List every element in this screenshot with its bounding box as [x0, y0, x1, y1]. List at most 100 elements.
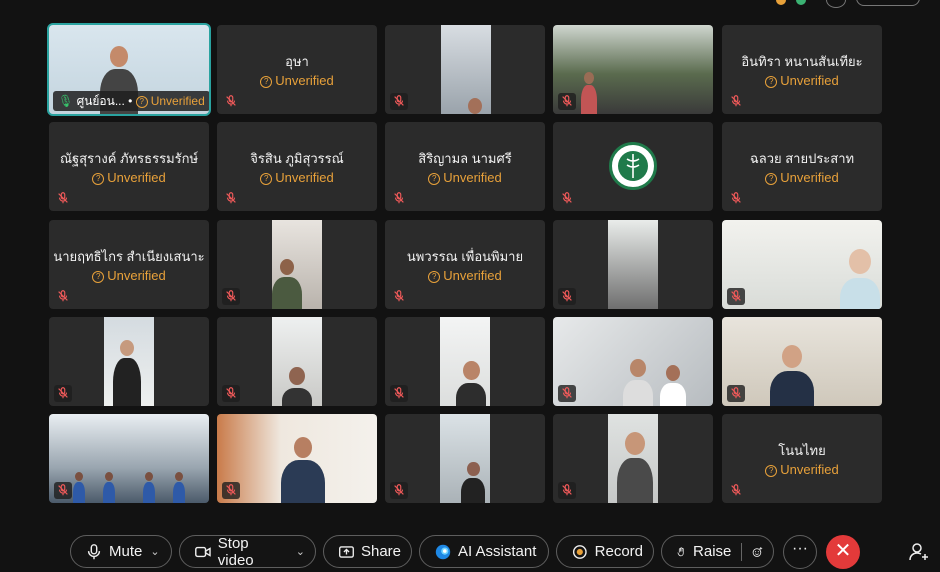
person-face — [462, 360, 480, 381]
unverified-badge: ? Unverified — [217, 170, 377, 185]
participant-tile[interactable] — [217, 414, 377, 503]
participant-tile[interactable]: ณัฐสุรางค์ ภัทรธรรมรักษ์ ? Unverified — [49, 122, 209, 211]
chevron-down-icon[interactable]: ⌄ — [150, 545, 159, 558]
ai-assistant-button[interactable]: AI Assistant — [419, 535, 549, 568]
person-face — [110, 46, 128, 67]
chevron-down-icon[interactable]: ⌄ — [296, 545, 305, 558]
stop-video-label: Stop video — [217, 534, 254, 569]
participant-tile[interactable] — [553, 220, 713, 309]
person-silhouette — [173, 482, 185, 503]
person-silhouette — [623, 379, 653, 406]
muted-mic-icon — [558, 482, 576, 499]
person-silhouette — [660, 383, 686, 406]
muted-mic-icon — [558, 385, 576, 402]
participant-name: อินทิรา หนานสันเทียะ — [741, 54, 863, 69]
unverified-label: Unverified — [780, 170, 839, 185]
stop-video-button[interactable]: Stop video ⌄ — [179, 534, 316, 569]
mute-label: Mute — [109, 543, 143, 560]
divider — [741, 542, 742, 561]
participant-tile[interactable] — [553, 122, 713, 211]
more-options-button[interactable]: ··· — [783, 535, 817, 569]
participants-icon[interactable] — [908, 541, 930, 563]
person-face — [468, 98, 482, 114]
reactions-icon[interactable] — [752, 543, 763, 561]
participant-tile[interactable] — [385, 414, 545, 503]
participant-tile[interactable] — [553, 317, 713, 406]
top-layout-button[interactable] — [856, 0, 920, 6]
ministry-logo-icon — [609, 142, 657, 190]
person-silhouette — [272, 277, 302, 309]
end-call-button[interactable]: ✕ — [826, 535, 860, 569]
person-face — [120, 340, 134, 357]
muted-mic-icon — [390, 385, 408, 402]
person-silhouette — [617, 458, 653, 503]
participant-video — [104, 317, 154, 406]
muted-mic-icon — [222, 93, 240, 110]
record-button[interactable]: Record — [556, 535, 654, 568]
participant-video — [553, 317, 713, 406]
participant-tile[interactable]: นพวรรณ เพื่อนพิมาย? Unverified — [385, 220, 545, 309]
unverified-label: Unverified — [443, 170, 502, 185]
unverified-label: Unverified — [780, 73, 839, 88]
participant-tile[interactable]: จิรสิน ภูมิสุวรรณ์? Unverified — [217, 122, 377, 211]
participant-name: ฉลวย สายประสาท — [749, 151, 855, 166]
participant-tile[interactable] — [217, 220, 377, 309]
muted-mic-icon — [54, 288, 72, 305]
participant-name: อุษา — [285, 54, 309, 69]
participant-tile[interactable]: นายฤทธิไกร สำเนียงเสนาะ? Unverified — [49, 220, 209, 309]
top-control[interactable] — [826, 0, 846, 8]
participant-tile[interactable] — [385, 317, 545, 406]
participant-tile[interactable] — [217, 317, 377, 406]
mute-button[interactable]: Mute ⌄ — [70, 535, 172, 568]
person-silhouette — [770, 371, 814, 406]
participant-tile[interactable] — [722, 317, 882, 406]
muted-mic-icon — [390, 93, 408, 110]
raise-button[interactable]: Raise — [661, 535, 774, 568]
participant-video — [722, 317, 882, 406]
person-face — [666, 365, 680, 382]
unverified-icon: ? — [765, 76, 778, 88]
participant-tile[interactable]: อินทิรา หนานสันเทียะ? Unverified — [722, 25, 882, 114]
share-button[interactable]: Share — [323, 535, 412, 568]
muted-mic-icon — [558, 190, 576, 207]
participant-name: ศูนย์อน... — [76, 94, 125, 108]
muted-mic-icon — [727, 482, 745, 499]
participant-tile[interactable]: สิริญามล นามศรี ? Unverified — [385, 122, 545, 211]
unverified-label: Unverified — [443, 268, 502, 283]
participant-tile[interactable] — [49, 317, 209, 406]
person-face — [289, 367, 305, 386]
participant-name: ณัฐสุรางค์ ภัทรธรรมรักษ์ — [59, 151, 199, 166]
muted-mic-icon — [727, 385, 745, 402]
person-silhouette — [840, 277, 880, 309]
unverified-badge: ? Unverified — [49, 170, 209, 185]
status-dot-green — [796, 0, 806, 5]
raise-hand-icon — [677, 546, 684, 556]
ai-assistant-icon — [435, 544, 451, 559]
participant-tile[interactable] — [385, 25, 545, 114]
participant-tile[interactable] — [553, 25, 713, 114]
unverified-icon: ? — [765, 465, 778, 477]
muted-mic-icon — [222, 482, 240, 499]
unverified-icon: ? — [260, 173, 273, 185]
meeting-toolbar: Mute ⌄ Stop video ⌄ Share AI Assistant R… — [0, 525, 940, 572]
participant-tile[interactable] — [553, 414, 713, 503]
unverified-label: Unverified — [275, 170, 334, 185]
muted-mic-icon — [390, 288, 408, 305]
muted-mic-icon — [558, 93, 576, 110]
person-face — [466, 461, 480, 477]
person-face — [175, 472, 183, 482]
participant-video — [272, 317, 322, 406]
participant-tile[interactable]: 🎙 ศูนย์อน... • ? Unverified — [47, 23, 211, 116]
person-face — [105, 472, 113, 482]
unverified-icon: ? — [765, 173, 778, 185]
participant-tile[interactable]: อุษา? Unverified — [217, 25, 377, 114]
person-silhouette — [103, 482, 115, 503]
participant-tile[interactable]: ฉลวย สายประสาท? Unverified — [722, 122, 882, 211]
unverified-label: Unverified — [780, 462, 839, 477]
participant-tile[interactable]: โนนไทย? Unverified — [722, 414, 882, 503]
participant-video — [440, 317, 490, 406]
participant-tile[interactable] — [722, 220, 882, 309]
participant-tile[interactable] — [49, 414, 209, 503]
participant-name: สิริญามล นามศรี — [418, 151, 512, 166]
unverified-badge: ? Unverified — [385, 170, 545, 185]
